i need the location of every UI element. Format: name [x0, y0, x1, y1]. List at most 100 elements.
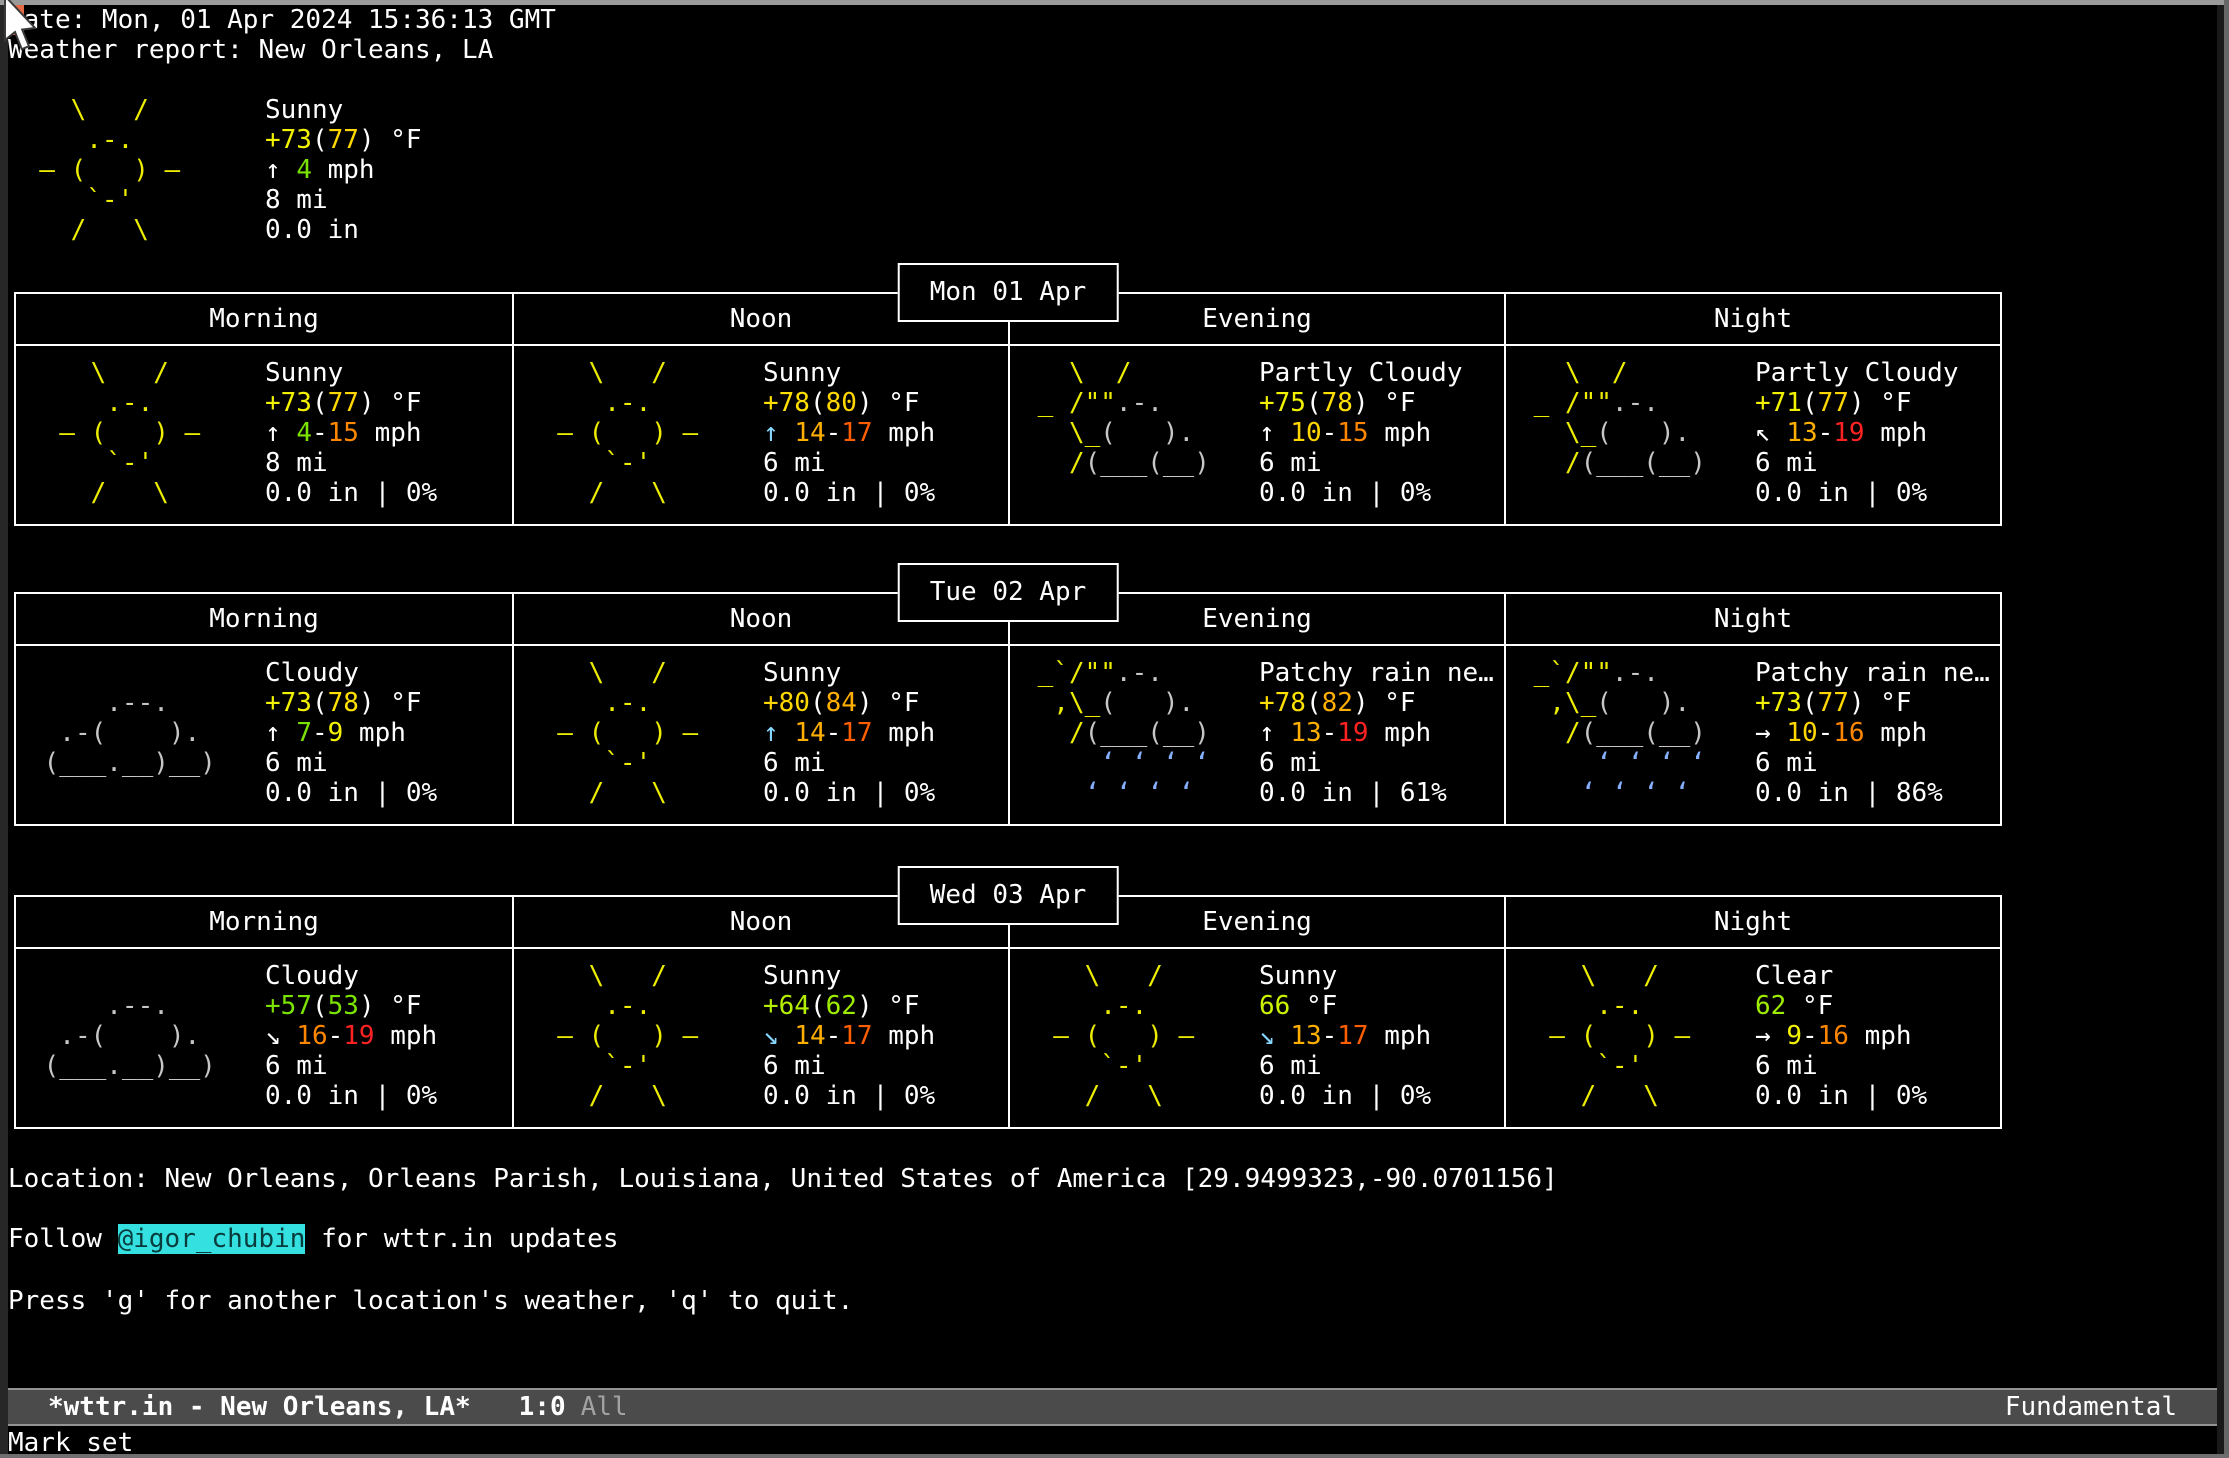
wind-value: ↘ 14-17 mph — [763, 1021, 935, 1051]
wind-value: ↖ 13-19 mph — [1755, 418, 1959, 448]
emacs-modeline[interactable]: *wttr.in - New Orleans, LA*1:0All Fundam… — [0, 1388, 2219, 1426]
condition-label: Sunny — [265, 358, 437, 388]
forecast-table: MorningNoonEveningNight \ / .-. ― ( ) ― … — [14, 292, 2002, 526]
precipitation-value: 0.0 in | 0% — [265, 478, 437, 508]
wind-value: ↑ 4 mph — [265, 155, 422, 185]
weather-art-icon: .--. .-( ). (___.__)__) — [28, 658, 216, 808]
day-section: Tue 02 AprMorningNoonEveningNight .--. .… — [14, 563, 2002, 833]
forecast-table-body: \ / .-. ― ( ) ― `-' / \Sunny+73(77) °F↑ … — [16, 346, 2000, 524]
visibility-value: 6 mi — [265, 1051, 437, 1081]
precipitation-value: 0.0 in | 0% — [1755, 478, 1959, 508]
condition-label: Clear — [1755, 961, 1927, 991]
follow-suffix: for wttr.in updates — [305, 1224, 618, 1254]
weather-cell-text: Sunny+80(84) °F↑ 14-17 mph6 mi0.0 in | 0… — [763, 658, 935, 808]
condition-label: Cloudy — [265, 961, 437, 991]
precipitation-value: 0.0 in | 0% — [1259, 478, 1463, 508]
precipitation-value: 0.0 in | 0% — [1755, 1081, 1927, 1111]
condition-label: Sunny — [1259, 961, 1431, 991]
weather-cell-noon: \ / .-. ― ( ) ― `-' / \Sunny+64(62) °F↘ … — [512, 949, 1008, 1127]
precipitation-value: 0.0 in — [265, 215, 422, 245]
weather-cell-evening: \ / _ /"".-. \_( ). /(___(__)Partly Clou… — [1008, 346, 1504, 524]
precipitation-value: 0.0 in | 0% — [265, 1081, 437, 1111]
follow-prefix: Follow — [8, 1224, 118, 1254]
column-header-night: Night — [1504, 294, 2000, 344]
forecast-table: MorningNoonEveningNight .--. .-( ). (___… — [14, 592, 2002, 826]
weather-cell-text: Cloudy+73(78) °F↑ 7-9 mph6 mi0.0 in | 0% — [265, 658, 437, 808]
precipitation-value: 0.0 in | 0% — [265, 778, 437, 808]
condition-label: Sunny — [763, 658, 935, 688]
emacs-frame: Date: Mon, 01 Apr 2024 15:36:13 GMT Weat… — [0, 0, 2229, 1458]
weather-art-icon: \ / _ /"".-. \_( ). /(___(__) — [1518, 358, 1706, 508]
weather-art-icon: \ / .-. ― ( ) ― `-' / \ — [526, 358, 698, 508]
wind-value: ↘ 13-17 mph — [1259, 1021, 1431, 1051]
scrollbar[interactable] — [2217, 5, 2224, 1454]
weather-cell-text: Sunny+78(80) °F↑ 14-17 mph6 mi0.0 in | 0… — [763, 358, 935, 508]
weather-cell-noon: \ / .-. ― ( ) ― `-' / \Sunny+80(84) °F↑ … — [512, 646, 1008, 824]
location-line: Location: New Orleans, Orleans Parish, L… — [8, 1164, 1558, 1194]
wind-value: → 10-16 mph — [1755, 718, 1990, 748]
precipitation-value: 0.0 in | 0% — [1259, 1081, 1431, 1111]
modeline-left: *wttr.in - New Orleans, LA*1:0All — [0, 1390, 628, 1424]
temperature-value: 66 °F — [1259, 991, 1431, 1021]
visibility-value: 6 mi — [1259, 448, 1463, 478]
temperature-value: +57(53) °F — [265, 991, 437, 1021]
precipitation-value: 0.0 in | 86% — [1755, 778, 1990, 808]
day-section: Mon 01 AprMorningNoonEveningNight \ / .-… — [14, 263, 2002, 533]
temperature-value: +80(84) °F — [763, 688, 935, 718]
temperature-value: +73(77) °F — [265, 388, 437, 418]
visibility-value: 6 mi — [763, 1051, 935, 1081]
weather-cell-night: _`/"".-. ,\_( ). /(___(__) ‘ ‘ ‘ ‘ ‘ ‘ ‘… — [1504, 646, 2000, 824]
twitter-handle-badge[interactable]: @igor_chubin — [118, 1224, 306, 1254]
wind-value: ↑ 14-17 mph — [763, 418, 935, 448]
weather-art-icon: \ / .-. ― ( ) ― `-' / \ — [28, 358, 200, 508]
forecast-table: MorningNoonEveningNight .--. .-( ). (___… — [14, 895, 2002, 1129]
visibility-value: 6 mi — [1259, 748, 1494, 778]
weather-cell-text: Sunny66 °F↘ 13-17 mph6 mi0.0 in | 0% — [1259, 961, 1431, 1111]
condition-label: Sunny — [763, 961, 935, 991]
weather-cell-evening: \ / .-. ― ( ) ― `-' / \Sunny66 °F↘ 13-17… — [1008, 949, 1504, 1127]
weather-cell-night: \ / _ /"".-. \_( ). /(___(__) Partly Clou… — [1504, 346, 2000, 524]
precipitation-value: 0.0 in | 0% — [763, 478, 935, 508]
condition-label: Partly Cloudy — [1259, 358, 1463, 388]
visibility-value: 6 mi — [763, 748, 935, 778]
temperature-value: +73(77) °F — [1755, 688, 1990, 718]
visibility-value: 6 mi — [1259, 1051, 1431, 1081]
weather-cell-noon: \ / .-. ― ( ) ― `-' / \ Sunny+78(80) °F↑ … — [512, 346, 1008, 524]
current-conditions: \ / .-. ― ( ) ― `-' / \ Sunny +73(77) °F… — [8, 95, 908, 245]
precipitation-value: 0.0 in | 0% — [763, 1081, 935, 1111]
column-header-morning: Morning — [16, 294, 512, 344]
major-mode-label: Fundamental — [2005, 1390, 2217, 1424]
column-header-morning: Morning — [16, 594, 512, 644]
temperature-value: +64(62) °F — [763, 991, 935, 1021]
weather-cell-morning: .--. .-( ). (___.__)__) Cloudy+73(78) °F↑… — [16, 646, 512, 824]
forecast-table-body: .--. .-( ). (___.__)__)Cloudy+57(53) °F↘… — [16, 949, 2000, 1127]
keyboard-hint-line: Press 'g' for another location's weather… — [8, 1286, 853, 1316]
weather-art-icon: _`/"".-. ,\_( ). /(___(__) ‘ ‘ ‘ ‘ ‘ ‘ ‘… — [1022, 658, 1210, 808]
temperature-value: +75(78) °F — [1259, 388, 1463, 418]
current-conditions-text: Sunny +73(77) °F ↑ 4 mph 8 mi 0.0 in — [265, 95, 422, 245]
weather-cell-text: Sunny+73(77) °F↑ 4-15 mph8 mi0.0 in | 0% — [265, 358, 437, 508]
mouse-pointer-icon — [1, 0, 41, 65]
follow-line: Follow @igor_chubin for wttr.in updates — [8, 1224, 619, 1254]
temperature-value: +78(82) °F — [1259, 688, 1494, 718]
day-label: Mon 01 Apr — [898, 263, 1119, 322]
weather-art-icon: \ / .-. ― ( ) ― `-' / \ — [1518, 961, 1690, 1111]
temperature-value: 62 °F — [1755, 991, 1927, 1021]
weather-cell-text: Sunny+64(62) °F↘ 14-17 mph6 mi0.0 in | 0… — [763, 961, 935, 1111]
condition-label: Partly Cloudy — [1755, 358, 1959, 388]
weather-cell-night: \ / .-. ― ( ) ― `-' / \Clear62 °F→ 9-16 … — [1504, 949, 2000, 1127]
left-fringe — [0, 5, 8, 1454]
weather-cell-text: Patchy rain ne…+78(82) °F↑ 13-19 mph6 mi… — [1259, 658, 1494, 808]
condition-label: Patchy rain ne… — [1259, 658, 1494, 688]
visibility-value: 8 mi — [265, 185, 422, 215]
wind-value: ↑ 13-19 mph — [1259, 718, 1494, 748]
temperature-value: +71(77) °F — [1755, 388, 1959, 418]
column-header-night: Night — [1504, 897, 2000, 947]
day-label: Tue 02 Apr — [898, 563, 1119, 622]
condition-label: Sunny — [265, 95, 422, 125]
column-header-morning: Morning — [16, 897, 512, 947]
visibility-value: 6 mi — [265, 748, 437, 778]
visibility-value: 8 mi — [265, 448, 437, 478]
wind-value: ↑ 14-17 mph — [763, 718, 935, 748]
weather-cell-text: Patchy rain ne…+73(77) °F→ 10-16 mph6 mi… — [1755, 658, 1990, 808]
